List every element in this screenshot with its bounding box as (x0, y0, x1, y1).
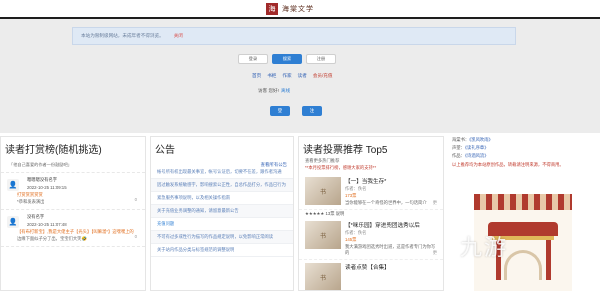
reward-intro: 「他自己喜爱的作者一份鼓励吧」 (1, 158, 145, 173)
login-tab[interactable]: 登录 (238, 54, 268, 64)
avatar[interactable]: 👤 (7, 179, 19, 191)
sidebar-label: 海棠书： (452, 137, 470, 142)
sidebar-link[interactable]: 《读礼序章》 (465, 145, 489, 150)
sidebar-note: 以上推荐均为本站原创作品，转载请注明来源，不得商用。 (452, 162, 564, 167)
announcement-title: 公告 (155, 145, 175, 156)
book-cover[interactable]: 书 (305, 177, 341, 205)
reward-message: 打赏赏赏赏赏 (17, 192, 43, 197)
nav-bookshelf[interactable]: 书柜 (267, 73, 276, 79)
main-nav: 首页 书柜 作家 读者 会员/充值 (252, 73, 332, 79)
book-author: 作者：佚名 (345, 186, 367, 191)
visitor-greeting: 访客 您好! 离线 (258, 88, 290, 94)
avatar[interactable]: 👤 (7, 216, 19, 228)
vote-count: 173票 (345, 193, 357, 198)
account-tabs: 登录 搜索 注册 (238, 54, 336, 64)
book-item[interactable]: 书 【*咪乐园】穿进兜团选秀以后 作者：佚名 145票 我大满游戏团选秀时出道，… (299, 218, 443, 260)
announcement-item[interactable]: 不可有过多或性行为描写的作品规定说明，以免影响正常阅读 (151, 231, 293, 245)
vote-panel: 读者投票推荐 Top5 查看更多热门推荐 **本月投票排行榜，感谢大家的支持**… (298, 136, 444, 291)
poster-banner (474, 194, 572, 210)
announcement-item[interactable]: 充值问题 (151, 218, 293, 232)
sidebar-line: 声望：《读礼序章》 (448, 144, 600, 152)
notice-close-link[interactable]: 关闭 (174, 33, 183, 39)
reward-message: 【有布打新宝】,我是大佬主子【光头】【叫嘛溜*】这嘿嘿上的 (17, 229, 134, 234)
book-more[interactable]: 更 (433, 250, 437, 256)
book-title[interactable]: 读者点赞【合集】 (345, 263, 437, 271)
sidebar-label: 声望： (452, 145, 465, 150)
book-item[interactable]: 书 读者点赞【合集】 (299, 260, 443, 290)
book-votes: 173票 (345, 193, 437, 199)
reward-message-extra: 边缘下面似子分了出，宝宝们大笑🤣 (17, 236, 87, 241)
sidebar-link[interactable]: 《诗酒风流》 (465, 153, 489, 158)
nav-readers[interactable]: 读者 (298, 73, 307, 79)
warning-notice: 本站为限制级网站，未成年者不得浏览。 关闭 (72, 27, 516, 45)
sidebar-link[interactable]: 《凯风吹雨》 (469, 137, 493, 142)
sidebar-line: 作品：《诗酒风流》 (448, 152, 600, 160)
logo-seal: 海 (266, 3, 278, 15)
nav-authors[interactable]: 作家 (282, 73, 291, 79)
watermark: 九游 (460, 236, 509, 261)
primary-action-button[interactable]: 登 (270, 106, 290, 116)
book-cover[interactable]: 书 (305, 263, 341, 290)
register-tab[interactable]: 注册 (306, 54, 336, 64)
nav-membership[interactable]: 会员/充值 (313, 73, 333, 79)
announcement-item[interactable]: 因过触发系统敏感字，影响搜索公正性，自总作品打分，作品已行为 (151, 179, 293, 193)
reward-message-extra: *恭和发表演出 (17, 199, 45, 204)
poster-arch (504, 250, 542, 280)
reward-time: 2022-10-25 11:09:15 (27, 185, 67, 190)
view-all-announcements-link[interactable]: 查看所有公告 (261, 162, 287, 168)
book-item[interactable]: 书 【一】当我生存* 作者：佚名 173票 当你能够在一个奇怪的世界中，一句话简… (299, 174, 443, 210)
visitor-status[interactable]: 离线 (281, 88, 290, 94)
vote-count: 145票 (345, 237, 357, 242)
book-title[interactable]: 【*咪乐园】穿进兜团选秀以后 (345, 221, 437, 229)
site-logo[interactable]: 海 海棠文学 (262, 1, 338, 17)
rating-row: ★★★★★ 13票 说明 (305, 211, 345, 216)
visitor-label: 访客 您好! (258, 88, 279, 93)
reward-panel-title: 读者打赏榜(随机挑选) (5, 145, 102, 156)
notice-text: 本站为限制级网站，未成年者不得浏览。 (81, 33, 164, 38)
announcement-item[interactable]: 关于充值业务调整的通知，请留意最新公告 (151, 205, 293, 219)
like-count[interactable]: 0 (135, 197, 137, 202)
poster-pillar (546, 240, 551, 280)
right-sidebar: 海棠书：《凯风吹雨》 声望：《读礼序章》 作品：《诗酒风流》 以上推荐均为本站原… (448, 136, 600, 291)
book-desc: 我大满游戏团选秀时出道，这是作者专门为你写的 (345, 244, 436, 255)
announcement-item[interactable]: 紧急服务事项说明，以及相关操作指南 (151, 192, 293, 206)
reward-time: 2022-10-25 11:07:48 (27, 222, 67, 227)
reward-panel: 读者打赏榜(随机挑选) 「他自己喜爱的作者一份鼓励吧」 👤 嗯嗯嗯没有名字 20… (0, 136, 146, 291)
reward-item: 👤 没有名字 2022-10-25 11:07:48 【有布打新宝】,我是大佬主… (1, 210, 145, 247)
book-title[interactable]: 【一】当我生存* (345, 177, 437, 185)
logo-text: 海棠文学 (282, 5, 314, 13)
reward-item: 👤 嗯嗯嗯没有名字 2022-10-25 11:09:15 打赏赏赏赏赏 *恭和… (1, 173, 145, 210)
reader-name[interactable]: 没有名字 (27, 214, 139, 220)
sidebar-line: 海棠书：《凯风吹雨》 (448, 136, 600, 144)
action-buttons: 登 注 (270, 106, 322, 116)
nav-home[interactable]: 首页 (252, 73, 261, 79)
sidebar-label: 作品： (452, 153, 465, 158)
vote-note: **本月投票排行榜，感谢大家的支持** (305, 165, 377, 170)
reader-name[interactable]: 嗯嗯嗯没有名字 (27, 177, 139, 183)
book-desc: 当你能够在一个奇怪的世界中，一句话简介 (345, 200, 427, 205)
secondary-action-button[interactable]: 注 (302, 106, 322, 116)
book-cover[interactable]: 书 (305, 221, 341, 249)
like-count[interactable]: 0 (135, 234, 137, 239)
announcement-item[interactable]: 关于站内作品分类与标签规范的调整说明 (151, 244, 293, 258)
search-tab[interactable]: 搜索 (272, 54, 302, 64)
announcement-panel: 公告 查看所有公告 帐号所有权出现最关事宜，帐号认证后，切要不在差，跟作者沟通 … (150, 136, 294, 291)
vote-panel-title: 读者投票推荐 Top5 (303, 145, 388, 156)
book-more[interactable]: 更 (433, 200, 437, 206)
book-author: 作者：佚名 (345, 230, 367, 235)
book-votes: 145票 (345, 237, 437, 243)
